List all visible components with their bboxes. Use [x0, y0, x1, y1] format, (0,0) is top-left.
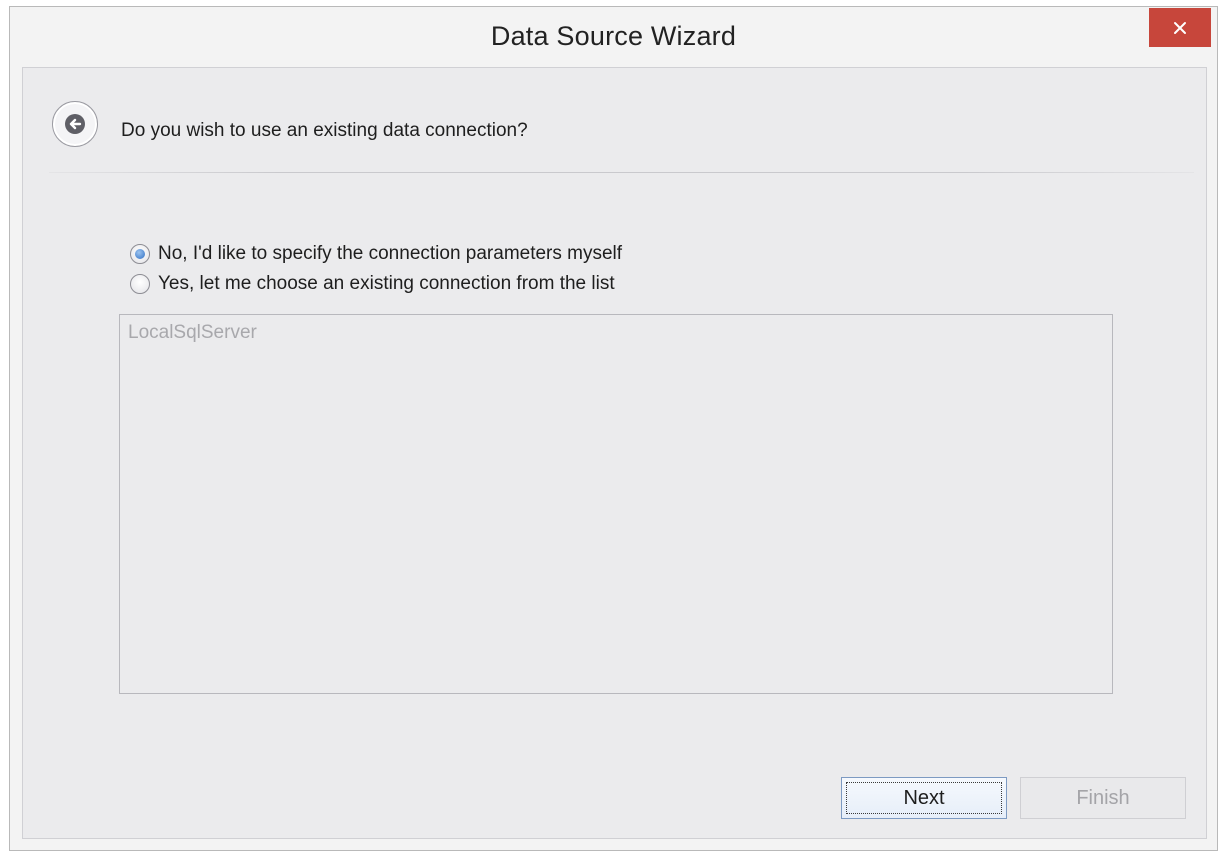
connection-list[interactable]: LocalSqlServer — [119, 314, 1113, 694]
radio-button-unchecked[interactable] — [130, 274, 150, 294]
back-arrow-icon — [65, 114, 85, 134]
title-bar: Data Source Wizard — [10, 7, 1217, 67]
wizard-window: Data Source Wizard Do you wish to use an… — [9, 6, 1218, 851]
list-item[interactable]: LocalSqlServer — [128, 322, 257, 344]
page-question: Do you wish to use an existing data conn… — [121, 120, 528, 141]
option-existing-connection[interactable]: Yes, let me choose an existing connectio… — [130, 273, 615, 295]
back-button[interactable] — [52, 101, 98, 147]
option-specify-parameters[interactable]: No, I'd like to specify the connection p… — [130, 243, 622, 265]
next-button[interactable]: Next — [841, 777, 1007, 819]
focus-rectangle — [846, 782, 1002, 814]
header-divider — [49, 172, 1194, 173]
option-label: Yes, let me choose an existing connectio… — [158, 273, 615, 294]
finish-button-label: Finish — [1076, 786, 1130, 809]
radio-button-checked[interactable] — [130, 244, 150, 264]
window-title: Data Source Wizard — [490, 21, 737, 51]
finish-button[interactable]: Finish — [1020, 777, 1186, 819]
close-icon — [1174, 21, 1186, 34]
wizard-page: Do you wish to use an existing data conn… — [22, 67, 1207, 839]
option-label: No, I'd like to specify the connection p… — [158, 243, 623, 264]
close-button[interactable] — [1149, 8, 1211, 47]
